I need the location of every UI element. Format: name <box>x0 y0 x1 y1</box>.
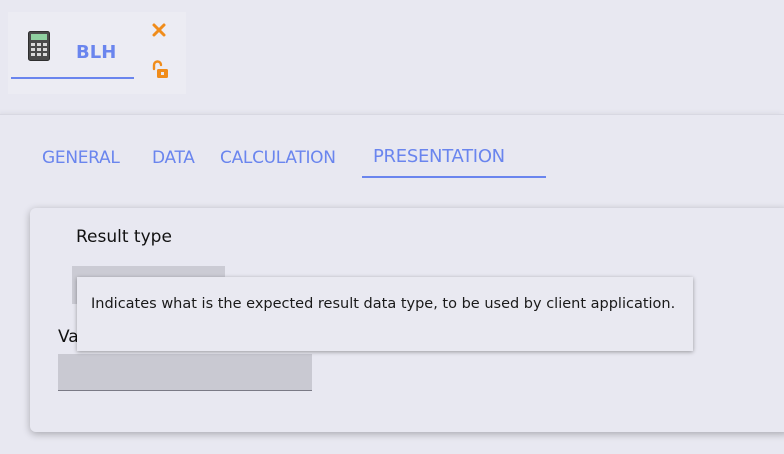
value-input[interactable] <box>58 354 312 391</box>
document-tab-underline <box>11 77 134 79</box>
active-tab-underline <box>362 176 546 178</box>
tooltip-text: Indicates what is the expected result da… <box>91 296 676 312</box>
tab-general[interactable]: GENERAL <box>42 148 120 168</box>
calculator-icon <box>28 31 50 61</box>
value-label: Va <box>58 327 79 347</box>
tab-presentation[interactable]: PRESENTATION <box>373 146 505 167</box>
top-bar: BLH <box>0 0 784 100</box>
tooltip: Indicates what is the expected result da… <box>77 277 693 351</box>
result-type-label: Result type <box>76 227 172 247</box>
tab-calculation[interactable]: CALCULATION <box>220 148 336 168</box>
close-icon[interactable] <box>151 22 167 38</box>
document-tab-title[interactable]: BLH <box>76 42 116 63</box>
unlock-icon[interactable] <box>150 60 170 80</box>
tab-data[interactable]: DATA <box>152 148 195 168</box>
